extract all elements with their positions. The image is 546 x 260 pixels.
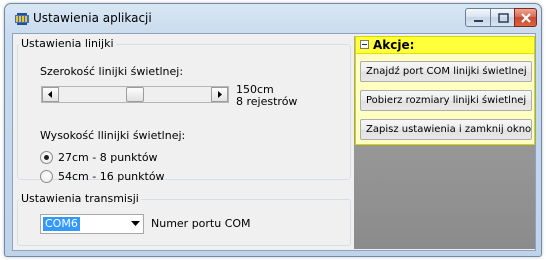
com-port-select[interactable]: COM6 [40, 214, 144, 234]
minimize-icon [474, 20, 483, 22]
scroll-right-button[interactable] [211, 87, 228, 102]
ruler-width-scrollbar[interactable] [41, 86, 229, 103]
scroll-thumb[interactable] [126, 87, 144, 102]
ruler-height-label: Wysokość llinijki świetlnej: [40, 129, 186, 142]
radio-54cm[interactable] [40, 169, 53, 183]
minimize-button[interactable] [465, 8, 491, 27]
maximize-icon [498, 13, 509, 23]
window-title: Ustawienia aplikacji [33, 11, 152, 25]
maximize-button[interactable] [490, 8, 515, 27]
com-port-value: COM6 [43, 217, 80, 231]
arrow-right-icon [218, 91, 222, 98]
ruler-width-label: Szerokość linijki świetlnej: [40, 65, 184, 78]
app-window: Ustawienia aplikacji Ustawienia linijki … [4, 3, 542, 257]
actions-title: Akcje: [373, 38, 415, 52]
arrow-left-icon [48, 91, 52, 98]
actions-panel: Akcje: Znajdź port COM linijki świetlnej… [354, 36, 535, 249]
ruler-settings-legend: Ustawienia linijki [19, 37, 116, 50]
actions-box: Akcje: Znajdź port COM linijki świetlnej… [355, 36, 535, 145]
client-area: Ustawienia linijki Szerokość linijki świ… [12, 33, 536, 251]
close-button[interactable] [514, 8, 537, 27]
height-option-27cm[interactable]: 27cm - 8 punktów [40, 150, 158, 164]
actions-header[interactable]: Akcje: [356, 37, 534, 54]
chevron-down-icon[interactable] [131, 221, 140, 227]
save-and-close-button[interactable]: Zapisz ustawienia i zamknij okno [360, 119, 532, 140]
height-option-27cm-label: 27cm - 8 punktów [58, 150, 158, 164]
ruler-registers-value: 8 rejestrów [236, 95, 298, 108]
find-com-port-button[interactable]: Znajdź port COM linijki świetlnej [360, 61, 532, 82]
height-option-54cm-label: 54cm - 16 punktów [58, 169, 165, 183]
collapse-icon[interactable] [360, 40, 369, 49]
height-option-54cm[interactable]: 54cm - 16 punktów [40, 169, 165, 183]
app-icon [15, 13, 29, 25]
close-icon [521, 13, 531, 23]
radio-27cm[interactable] [40, 150, 53, 164]
transmission-settings-legend: Ustawienia transmisji [19, 192, 141, 205]
scroll-left-button[interactable] [42, 87, 59, 102]
get-ruler-size-button[interactable]: Pobierz rozmiary linijki świetlnej [360, 90, 532, 111]
com-port-label: Numer portu COM [151, 217, 251, 230]
title-bar[interactable]: Ustawienia aplikacji [5, 4, 541, 34]
